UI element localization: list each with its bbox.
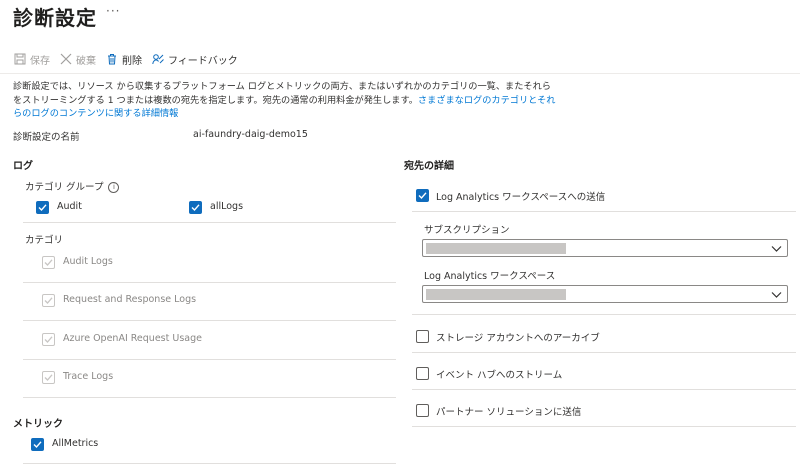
toolbar-divider: [0, 73, 800, 74]
divider: [412, 352, 796, 353]
checkbox-log-analytics[interactable]: [416, 189, 429, 202]
checkbox-audit-logs-label: Audit Logs: [63, 256, 113, 267]
checkbox-storage[interactable]: [416, 330, 429, 343]
divider: [23, 397, 396, 398]
page-title: 診断設定: [13, 6, 97, 30]
checkmark-icon: [44, 297, 53, 304]
checkmark-icon: [44, 259, 53, 266]
subscription-dropdown[interactable]: [422, 239, 788, 257]
checkmark-icon: [418, 192, 427, 200]
checkmark-icon: [44, 336, 53, 343]
categories-label: カテゴリ: [25, 235, 64, 246]
save-label: 保存: [30, 55, 50, 67]
metrics-heading: メトリック: [13, 419, 63, 430]
command-bar: 保存 破棄 削除 フィードバック: [14, 50, 248, 68]
checkbox-audit[interactable]: [36, 201, 49, 214]
divider: [23, 320, 396, 321]
checkbox-event-hub-label: イベント ハブへのストリーム: [436, 370, 563, 381]
save-icon: [14, 53, 26, 65]
workspace-label: Log Analytics ワークスペース: [424, 271, 556, 282]
category-groups-text: カテゴリ グループ: [25, 182, 104, 193]
description: 診断設定では、リソース から収集するプラットフォーム ログとメトリックの両方、ま…: [13, 80, 558, 121]
subscription-label: サブスクリプション: [424, 225, 510, 236]
checkbox-storage-label: ストレージ アカウントへのアーカイブ: [436, 333, 600, 344]
checkbox-log-analytics-label: Log Analytics ワークスペースへの送信: [436, 192, 606, 203]
divider: [412, 389, 796, 390]
feedback-label: フィードバック: [168, 55, 238, 67]
checkbox-request-response-logs-label: Request and Response Logs: [63, 294, 197, 305]
divider: [412, 314, 796, 315]
delete-button[interactable]: 削除: [106, 52, 142, 67]
redacted-value: [426, 243, 566, 254]
discard-label: 破棄: [76, 55, 96, 67]
checkbox-openai-request-usage-label: Azure OpenAI Request Usage: [63, 333, 202, 344]
divider: [23, 463, 396, 464]
discard-button[interactable]: 破棄: [60, 52, 96, 67]
divider: [23, 222, 396, 223]
divider: [23, 282, 396, 283]
checkbox-audit-logs[interactable]: [42, 256, 55, 269]
checkbox-partner-label: パートナー ソリューションに送信: [436, 407, 582, 418]
checkbox-partner[interactable]: [416, 404, 429, 417]
checkbox-openai-request-usage[interactable]: [42, 333, 55, 346]
feedback-icon: [152, 54, 164, 65]
info-icon[interactable]: i: [108, 182, 120, 193]
workspace-dropdown[interactable]: [422, 285, 788, 303]
logs-heading: ログ: [13, 161, 33, 172]
redacted-value: [426, 289, 566, 300]
setting-name-value[interactable]: ai-faundry-daig-demo15: [193, 129, 308, 140]
close-icon: [60, 53, 72, 65]
setting-name-label: 診断設定の名前: [13, 132, 80, 143]
feedback-button[interactable]: フィードバック: [152, 52, 238, 67]
chevron-down-icon: [771, 292, 782, 298]
checkmark-icon: [38, 204, 47, 212]
save-button[interactable]: 保存: [14, 52, 50, 67]
category-groups-label: カテゴリ グループ i: [25, 179, 120, 193]
checkbox-allmetrics[interactable]: [31, 438, 44, 451]
trash-icon: [108, 54, 116, 65]
chevron-down-icon: [771, 246, 782, 252]
checkbox-allmetrics-label: AllMetrics: [52, 438, 99, 449]
delete-label: 削除: [122, 55, 142, 67]
destination-heading: 宛先の詳細: [404, 161, 454, 172]
checkbox-request-response-logs[interactable]: [42, 294, 55, 307]
checkbox-event-hub[interactable]: [416, 367, 429, 380]
more-options-button[interactable]: ···: [106, 4, 120, 18]
checkbox-trace-logs-label: Trace Logs: [63, 371, 114, 382]
divider: [412, 426, 796, 427]
divider: [412, 211, 796, 212]
checkbox-trace-logs[interactable]: [42, 371, 55, 384]
checkmark-icon: [44, 374, 53, 381]
divider: [23, 359, 396, 360]
checkbox-audit-label: Audit: [57, 201, 82, 212]
checkbox-alllogs-label: allLogs: [210, 201, 244, 212]
checkbox-alllogs[interactable]: [189, 201, 202, 214]
checkmark-icon: [191, 204, 200, 212]
checkmark-icon: [33, 441, 42, 449]
